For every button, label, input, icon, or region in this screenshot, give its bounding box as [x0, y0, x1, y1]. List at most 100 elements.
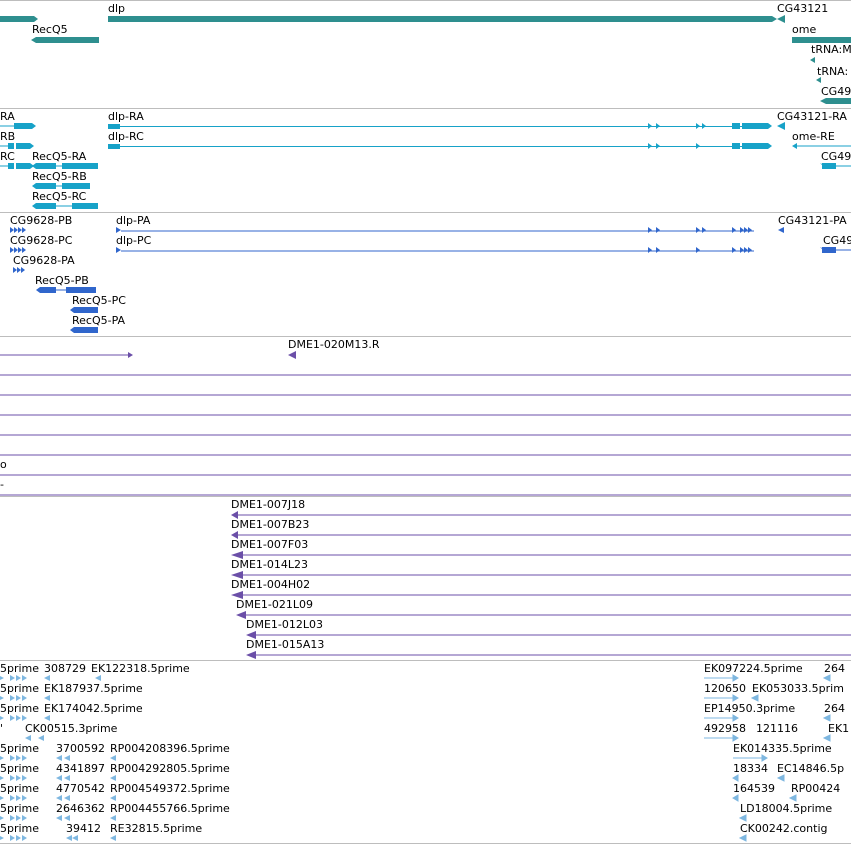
est-glyph[interactable]: [0, 775, 27, 781]
transcript-glyph-dlp-rc[interactable]: [108, 143, 772, 149]
transcript-label-dlp-rc[interactable]: dlp-RC: [108, 130, 144, 143]
clone-label[interactable]: o: [0, 458, 7, 471]
transcript-glyph[interactable]: [0, 123, 36, 129]
est-label[interactable]: EK174042.5prime: [44, 702, 143, 715]
transcript-glyph-recq5-pc[interactable]: [70, 307, 98, 313]
clone-label-dme1-021l09[interactable]: DME1-021L09: [236, 598, 313, 611]
transcript-glyph-recq5-rc[interactable]: [32, 203, 98, 209]
est-label[interactable]: 5prime: [0, 822, 39, 835]
clone-label-dme1-007f03[interactable]: DME1-007F03: [231, 538, 308, 551]
gene-glyph-recq5[interactable]: [36, 37, 99, 43]
transcript-label-recq5-rb[interactable]: RecQ5-RB: [32, 170, 87, 183]
clone-label[interactable]: -: [0, 478, 4, 491]
transcript-glyph-recq5-rb[interactable]: [32, 183, 90, 189]
clone-glyph-dme1-007b23[interactable]: [231, 531, 851, 539]
est-label[interactable]: 4770542: [56, 782, 105, 795]
est-label[interactable]: 308729: [44, 662, 86, 675]
gene-glyph-cg43121[interactable]: [777, 15, 785, 23]
transcript-glyph-ome-re[interactable]: [792, 143, 851, 149]
est-label[interactable]: CK00515.3prime: [25, 722, 117, 735]
gene-label-dlp[interactable]: dlp: [108, 2, 125, 15]
transcript-glyph-cg43121-ra[interactable]: [777, 122, 785, 130]
est-glyph[interactable]: [0, 795, 27, 801]
clone-glyph-dme1-014l23[interactable]: [231, 571, 851, 579]
transcript-label-recq5-rc[interactable]: RecQ5-RC: [32, 190, 86, 203]
transcript-label-recq5-pa[interactable]: RecQ5-PA: [72, 314, 125, 327]
est-label[interactable]: RP004455766.5prime: [110, 802, 230, 815]
transcript-glyph-recq5-pb[interactable]: [36, 287, 96, 293]
transcript-glyph[interactable]: [0, 143, 34, 149]
est-label[interactable]: RP004208396.5prime: [110, 742, 230, 755]
est-label[interactable]: 492958: [704, 722, 746, 735]
est-glyph[interactable]: [0, 815, 27, 821]
transcript-label-cg9628-pa[interactable]: CG9628-PA: [13, 254, 75, 267]
est-label[interactable]: 5prime: [0, 782, 39, 795]
transcript-label-recq5-pb[interactable]: RecQ5-PB: [35, 274, 89, 287]
est-label[interactable]: RE32815.5prime: [110, 822, 202, 835]
est-label[interactable]: 264: [824, 662, 845, 675]
est-glyph[interactable]: [0, 835, 27, 841]
est-label[interactable]: EP14950.3prime: [704, 702, 795, 715]
est-label[interactable]: RP00424: [791, 782, 840, 795]
gene-label-ome[interactable]: ome: [792, 23, 816, 36]
est-glyph[interactable]: [0, 675, 27, 681]
est-label[interactable]: EK097224.5prime: [704, 662, 803, 675]
clone-glyph-dme1-015a13[interactable]: [246, 651, 851, 659]
est-label[interactable]: 120650: [704, 682, 746, 695]
transcript-glyph-cg49[interactable]: [820, 163, 851, 169]
transcript-label-cg9628-pc[interactable]: CG9628-PC: [10, 234, 72, 247]
clone-label-dme1-007j18[interactable]: DME1-007J18: [231, 498, 305, 511]
est-label[interactable]: EK014335.5prime: [733, 742, 832, 755]
est-label[interactable]: 5prime: [0, 802, 39, 815]
transcript-glyph-cg9628-pa[interactable]: [13, 267, 25, 273]
est-label[interactable]: 121116: [756, 722, 798, 735]
clone-label-dme1-014l23[interactable]: DME1-014L23: [231, 558, 308, 571]
est-label[interactable]: CK00242.contig: [740, 822, 827, 835]
est-label[interactable]: ': [0, 722, 3, 735]
gene-glyph-trna[interactable]: [810, 57, 815, 63]
clone-glyph-dme1-007f03[interactable]: [231, 551, 851, 559]
transcript-label[interactable]: RA: [0, 110, 15, 123]
est-label[interactable]: 39412: [66, 822, 101, 835]
transcript-glyph-cg9628-pc[interactable]: [10, 247, 26, 253]
gene-label-recq5[interactable]: RecQ5: [32, 23, 68, 36]
transcript-label[interactable]: RB: [0, 130, 15, 143]
transcript-label-dlp-pc[interactable]: dlp-PC: [116, 234, 151, 247]
est-label[interactable]: 164539: [733, 782, 775, 795]
est-label[interactable]: EK122318.5prime: [91, 662, 190, 675]
transcript-glyph-cg43121-pa[interactable]: [778, 227, 784, 233]
transcript-label-cg9628-pb[interactable]: CG9628-PB: [10, 214, 72, 227]
est-label[interactable]: RP004292805.5prime: [110, 762, 230, 775]
clone-label-dme1-012l03[interactable]: DME1-012L03: [246, 618, 323, 631]
est-glyph[interactable]: [704, 674, 831, 842]
est-glyph[interactable]: [0, 715, 27, 721]
est-label[interactable]: EK187937.5prime: [44, 682, 143, 695]
transcript-glyph-dlp-pa[interactable]: [116, 227, 754, 233]
transcript-label-cg43121-pa[interactable]: CG43121-PA: [778, 214, 847, 227]
est-label[interactable]: 5prime: [0, 762, 39, 775]
est-glyph[interactable]: [25, 675, 116, 841]
transcript-glyph-cg9628-pb[interactable]: [10, 227, 26, 233]
clone-glyph-dme1-021l09[interactable]: [236, 611, 851, 619]
clone-glyph[interactable]: [0, 352, 133, 358]
transcript-label-ome-re[interactable]: ome-RE: [792, 130, 835, 143]
clone-glyph-dme1-020m13[interactable]: [288, 351, 296, 359]
gene-label-trna[interactable]: tRNA:: [817, 65, 848, 78]
gene-label-trna-m[interactable]: tRNA:M: [811, 43, 851, 56]
est-glyph[interactable]: [0, 695, 27, 701]
clone-glyph-dme1-007j18[interactable]: [231, 511, 851, 519]
est-label[interactable]: EK1: [828, 722, 849, 735]
clone-glyph-dme1-004h02[interactable]: [231, 591, 851, 599]
gene-glyph-dlp[interactable]: [108, 16, 772, 22]
est-label[interactable]: 5prime: [0, 742, 39, 755]
gene-glyph[interactable]: [0, 16, 34, 22]
est-label[interactable]: 18334: [733, 762, 768, 775]
est-label[interactable]: 2646362: [56, 802, 105, 815]
est-label[interactable]: 5prime: [0, 702, 39, 715]
transcript-label-cg43121-ra[interactable]: CG43121-RA: [777, 110, 847, 123]
est-label[interactable]: 5prime: [0, 682, 39, 695]
transcript-glyph-cg49[interactable]: [820, 247, 851, 253]
transcript-glyph-dlp-ra[interactable]: [108, 123, 772, 129]
transcript-glyph[interactable]: [0, 163, 34, 169]
clone-label-dme1-007b23[interactable]: DME1-007B23: [231, 518, 309, 531]
